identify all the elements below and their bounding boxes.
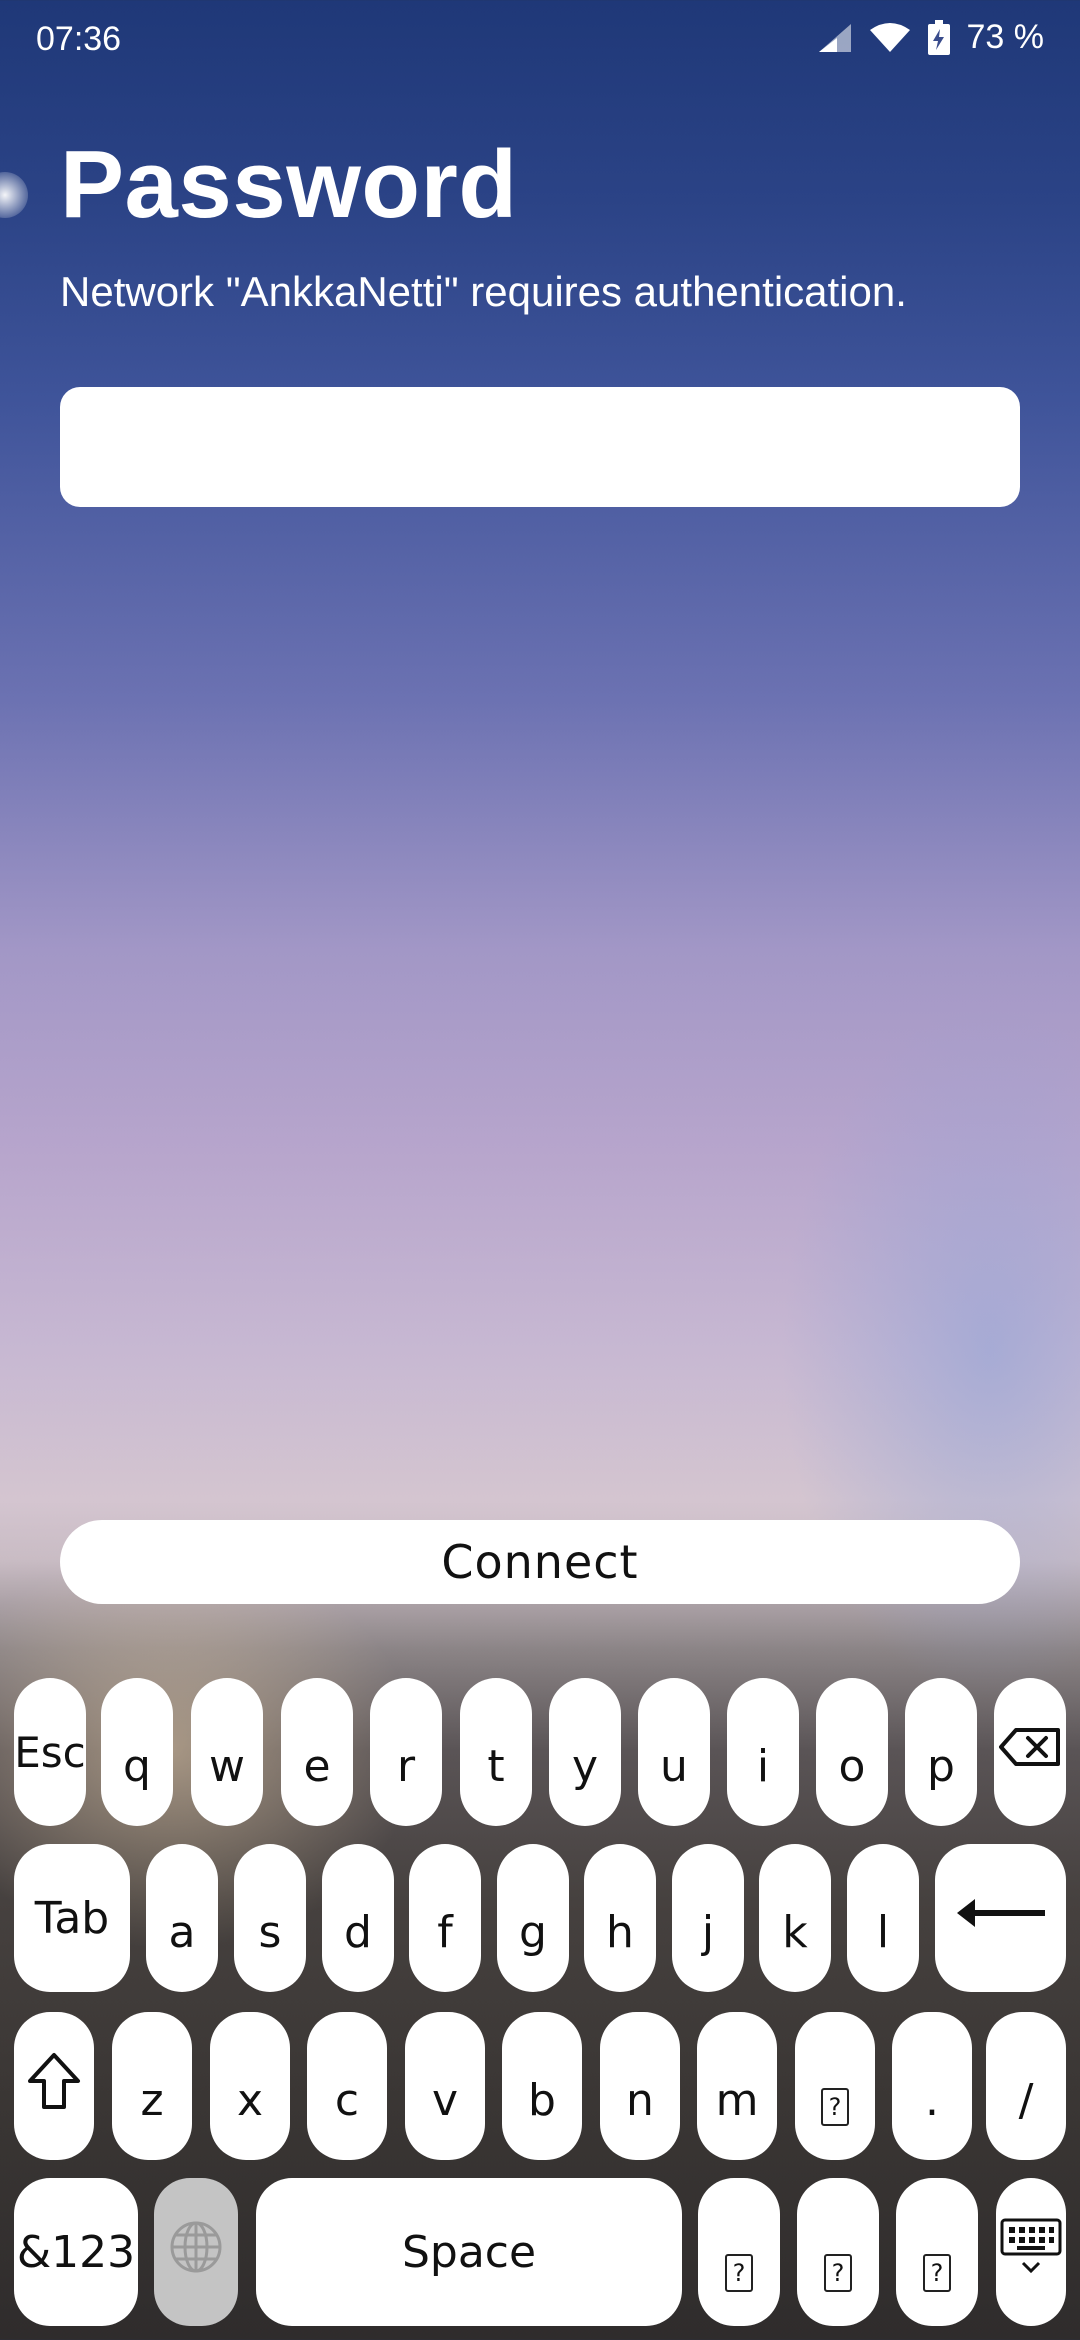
status-time: 07:36	[36, 20, 122, 58]
key-language[interactable]	[154, 2178, 238, 2326]
key-r[interactable]: r	[370, 1678, 442, 1826]
signal-icon	[817, 22, 853, 54]
key-k[interactable]: k	[759, 1844, 831, 1992]
key-tab[interactable]: Tab	[14, 1844, 130, 1992]
key-s[interactable]: s	[234, 1844, 306, 1992]
connect-button[interactable]: Connect	[60, 1520, 1020, 1604]
password-input[interactable]	[60, 387, 1020, 507]
key-esc[interactable]: Esc	[14, 1678, 86, 1826]
key-v[interactable]: v	[405, 2012, 485, 2160]
key-e[interactable]: e	[281, 1678, 353, 1826]
side-indicator-dot	[0, 172, 28, 218]
key-w[interactable]: w	[191, 1678, 263, 1826]
key-a[interactable]: a	[146, 1844, 218, 1992]
key-j[interactable]: j	[672, 1844, 744, 1992]
key-p[interactable]: p	[905, 1678, 977, 1826]
auth-message: Network "AnkkaNetti" requires authentica…	[60, 268, 907, 315]
key-space[interactable]: Space	[256, 2178, 682, 2326]
key-i[interactable]: i	[727, 1678, 799, 1826]
connect-label: Connect	[441, 1535, 639, 1589]
globe-icon	[168, 2219, 224, 2286]
key-backspace[interactable]	[994, 1678, 1066, 1826]
key-hide-keyboard[interactable]	[996, 2178, 1066, 2326]
key-shift[interactable]	[14, 2012, 94, 2160]
key-unknown-glyph[interactable]: ?	[795, 2012, 875, 2160]
key-period[interactable]: .	[892, 2012, 972, 2160]
key-enter[interactable]	[935, 1844, 1066, 1992]
key-unknown-glyph[interactable]: ?	[797, 2178, 879, 2326]
key-y[interactable]: y	[549, 1678, 621, 1826]
key-symbols[interactable]: &123	[14, 2178, 138, 2326]
key-x[interactable]: x	[210, 2012, 290, 2160]
key-g[interactable]: g	[497, 1844, 569, 1992]
key-l[interactable]: l	[847, 1844, 919, 1992]
key-n[interactable]: n	[600, 2012, 680, 2160]
key-m[interactable]: m	[697, 2012, 777, 2160]
enter-icon	[953, 1893, 1049, 1944]
key-t[interactable]: t	[460, 1678, 532, 1826]
backspace-icon	[998, 1727, 1062, 1778]
wifi-icon	[869, 22, 911, 54]
status-bar: 07:36 73 %	[0, 0, 1080, 84]
keyboard-hide-icon	[999, 2217, 1063, 2288]
key-b[interactable]: b	[502, 2012, 582, 2160]
key-o[interactable]: o	[816, 1678, 888, 1826]
key-d[interactable]: d	[322, 1844, 394, 1992]
key-unknown-glyph[interactable]: ?	[896, 2178, 978, 2326]
status-icons: 73 %	[817, 18, 1045, 57]
battery-level: 73 %	[966, 18, 1045, 56]
key-f[interactable]: f	[409, 1844, 481, 1992]
key-u[interactable]: u	[638, 1678, 710, 1826]
key-h[interactable]: h	[584, 1844, 656, 1992]
page-title: Password	[60, 131, 518, 238]
on-screen-keyboard: Esc q w e r t y u i o p Tab a s d f g h …	[0, 1676, 1080, 2340]
key-z[interactable]: z	[112, 2012, 192, 2160]
key-q[interactable]: q	[101, 1678, 173, 1826]
battery-charging-icon	[927, 19, 951, 56]
key-slash[interactable]: /	[986, 2012, 1066, 2160]
shift-icon	[26, 2051, 82, 2122]
key-unknown-glyph[interactable]: ?	[698, 2178, 780, 2326]
key-c[interactable]: c	[307, 2012, 387, 2160]
